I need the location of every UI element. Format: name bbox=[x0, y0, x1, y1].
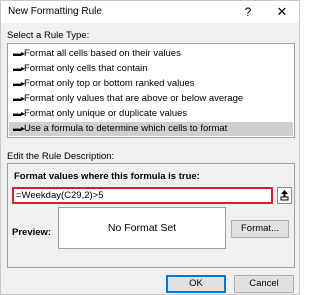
rule-type-label: Select a Rule Type: bbox=[7, 30, 90, 41]
format-button[interactable]: Format... bbox=[231, 220, 289, 238]
rule-arrow-icon: ▬▸ bbox=[13, 124, 26, 133]
rule-type-item-unique-duplicate[interactable]: ▬▸Format only unique or duplicate values bbox=[9, 107, 293, 121]
rule-type-item-label: Format only top or bottom ranked values bbox=[24, 78, 195, 89]
rule-arrow-icon: ▬▸ bbox=[13, 79, 26, 88]
close-button[interactable]: ✕ bbox=[271, 2, 293, 22]
rule-arrow-icon: ▬▸ bbox=[13, 49, 26, 58]
rule-arrow-icon: ▬▸ bbox=[13, 64, 26, 73]
preview-label: Preview: bbox=[12, 227, 52, 238]
rule-type-item-label: Format all cells based on their values bbox=[24, 48, 181, 59]
rule-type-item-top-bottom[interactable]: ▬▸Format only top or bottom ranked value… bbox=[9, 77, 293, 91]
rule-type-item-label: Use a formula to determine which cells t… bbox=[24, 123, 228, 134]
formula-label: Format values where this formula is true… bbox=[14, 171, 200, 182]
rule-type-item-cells-contain[interactable]: ▬▸Format only cells that contain bbox=[9, 62, 293, 76]
rule-type-item-all-cells[interactable]: ▬▸Format all cells based on their values bbox=[9, 47, 293, 61]
rule-type-item-above-below-average[interactable]: ▬▸Format only values that are above or b… bbox=[9, 92, 293, 106]
rule-arrow-icon: ▬▸ bbox=[13, 94, 26, 103]
rule-arrow-icon: ▬▸ bbox=[13, 109, 26, 118]
cancel-button[interactable]: Cancel bbox=[234, 275, 294, 293]
collapse-dialog-button[interactable] bbox=[277, 187, 292, 204]
help-button[interactable]: ? bbox=[238, 2, 258, 22]
title-bar: New Formatting Rule ? ✕ bbox=[1, 1, 299, 23]
collapse-dialog-icon bbox=[280, 190, 289, 201]
rule-description-label: Edit the Rule Description: bbox=[7, 151, 115, 162]
rule-type-item-label: Format only unique or duplicate values bbox=[24, 108, 188, 119]
rule-description-panel: Format values where this formula is true… bbox=[7, 163, 295, 268]
rule-type-item-label: Format only values that are above or bel… bbox=[24, 93, 244, 104]
formula-input[interactable] bbox=[12, 187, 273, 204]
format-preview: No Format Set bbox=[58, 207, 226, 249]
rule-type-item-label: Format only cells that contain bbox=[24, 63, 148, 74]
rule-type-list[interactable]: ▬▸Format all cells based on their values… bbox=[7, 43, 295, 138]
ok-button[interactable]: OK bbox=[166, 275, 226, 293]
new-formatting-rule-dialog: New Formatting Rule ? ✕ Select a Rule Ty… bbox=[0, 0, 300, 295]
rule-type-item-use-formula[interactable]: ▬▸Use a formula to determine which cells… bbox=[9, 122, 293, 136]
dialog-title: New Formatting Rule bbox=[8, 6, 102, 17]
